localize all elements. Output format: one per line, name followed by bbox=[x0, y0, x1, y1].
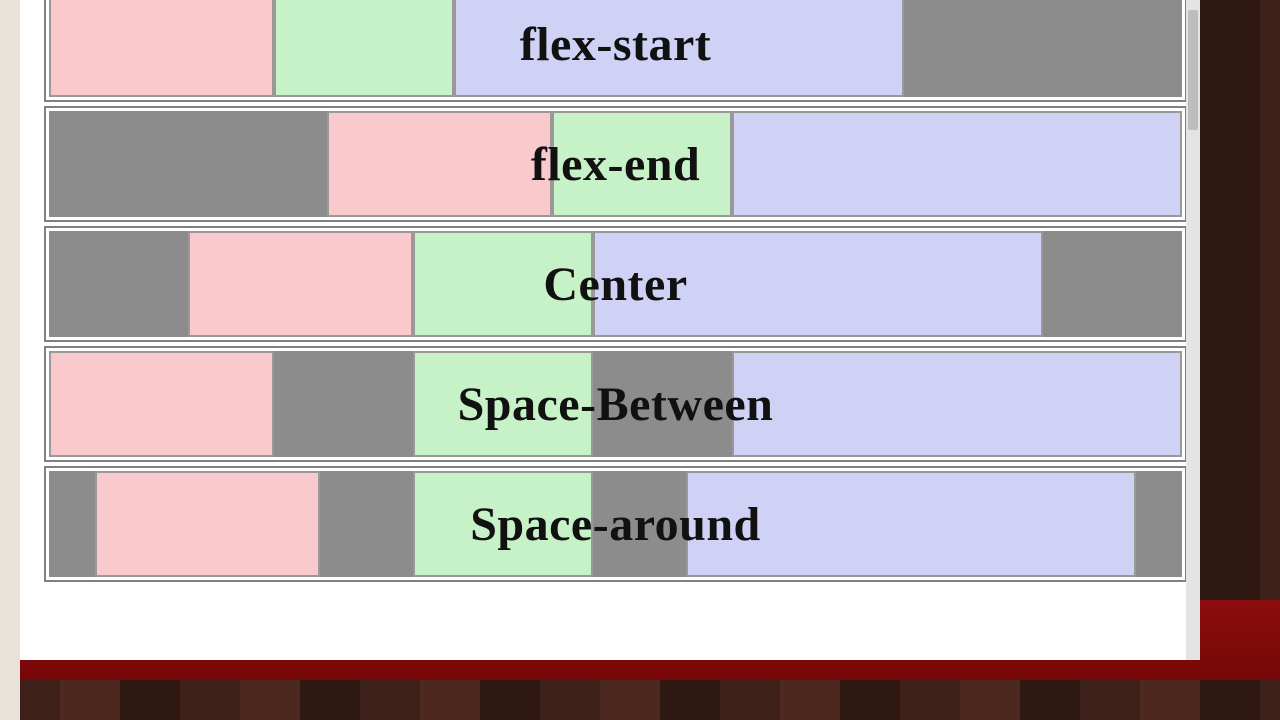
box-purple bbox=[732, 351, 1182, 457]
row-flex-end: flex-end bbox=[46, 108, 1185, 220]
box-purple bbox=[593, 231, 1043, 337]
box-pink bbox=[95, 471, 320, 577]
row-space-between: Space-Between bbox=[46, 348, 1185, 460]
box-pink bbox=[327, 111, 552, 217]
justify-content-diagram: flex-start flex-end Center Space-Between bbox=[46, 0, 1185, 580]
box-pink bbox=[188, 231, 413, 337]
box-green bbox=[413, 351, 593, 457]
box-purple bbox=[732, 111, 1182, 217]
box-purple bbox=[686, 471, 1136, 577]
scrollbar-thumb[interactable] bbox=[1188, 10, 1198, 130]
row-center: Center bbox=[46, 228, 1185, 340]
box-green bbox=[413, 231, 593, 337]
box-green bbox=[413, 471, 593, 577]
scrollbar[interactable] bbox=[1186, 0, 1200, 660]
page-left-pad bbox=[0, 0, 20, 720]
row-flex-start: flex-start bbox=[46, 0, 1185, 100]
box-pink bbox=[49, 0, 274, 97]
box-green bbox=[552, 111, 732, 217]
slide-panel: flex-start flex-end Center Space-Between bbox=[20, 0, 1200, 660]
box-pink bbox=[49, 351, 274, 457]
row-space-around: Space-around bbox=[46, 468, 1185, 580]
box-purple bbox=[454, 0, 904, 97]
box-green bbox=[274, 0, 454, 97]
